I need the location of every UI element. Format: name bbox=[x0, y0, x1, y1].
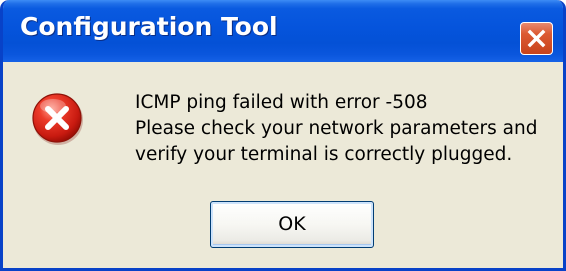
close-icon bbox=[527, 29, 546, 48]
window-title: Configuration Tool bbox=[20, 12, 278, 41]
error-icon bbox=[32, 93, 83, 145]
ok-button[interactable]: OK bbox=[210, 201, 374, 248]
title-bar[interactable]: Configuration Tool bbox=[3, 0, 563, 62]
dialog-window: Configuration Tool ICMP ping failed with… bbox=[0, 0, 566, 271]
message-line: verify your terminal is correctly plugge… bbox=[135, 144, 513, 165]
dialog-body: ICMP ping failed with error -508 Please … bbox=[3, 62, 563, 268]
message-line: ICMP ping failed with error -508 bbox=[135, 92, 428, 113]
error-message: ICMP ping failed with error -508 Please … bbox=[135, 90, 537, 168]
close-button[interactable] bbox=[520, 22, 553, 55]
message-line: Please check your network parameters and bbox=[135, 118, 538, 139]
